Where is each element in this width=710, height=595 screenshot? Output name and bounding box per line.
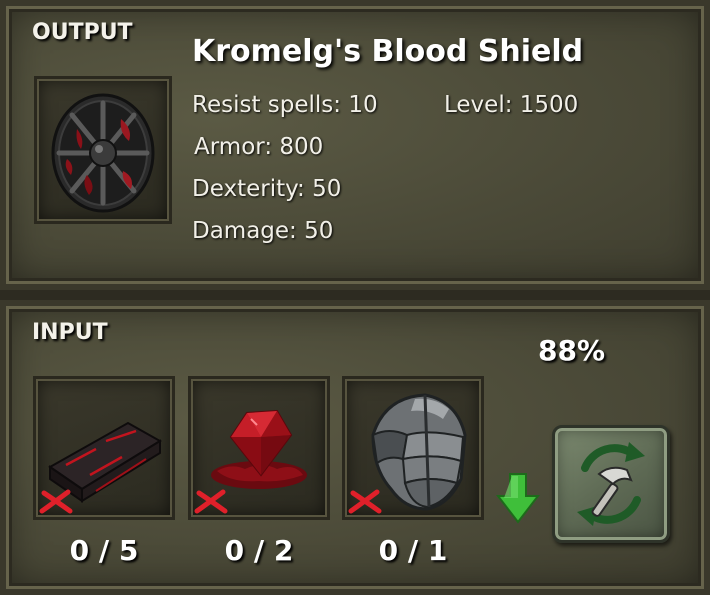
item-name: Kromelg's Blood Shield	[192, 34, 584, 69]
stat-armor: Armor: 800	[194, 134, 324, 160]
input-section-label: INPUT	[32, 320, 108, 345]
ingredient-count-2: 0 / 2	[224, 534, 294, 567]
stat-level: Level: 1500	[444, 92, 579, 118]
ingredient-count-1: 0 / 5	[69, 534, 139, 567]
stat-dexterity: Dexterity: 50	[192, 176, 342, 202]
panel-divider	[0, 290, 710, 300]
hammer-craft-icon	[577, 442, 645, 526]
stat-damage: Damage: 50	[192, 218, 334, 244]
output-panel: OUTPUT Kromelg's Blood Shield Resist spe…	[0, 0, 710, 290]
output-section-label: OUTPUT	[32, 20, 133, 45]
craft-button[interactable]	[552, 425, 670, 543]
stat-resist-spells: Resist spells: 10	[192, 92, 378, 118]
missing-mark-icon	[39, 489, 73, 514]
missing-mark-icon	[194, 489, 228, 514]
success-chance: 88%	[538, 334, 606, 367]
ingredient-count-3: 0 / 1	[378, 534, 448, 567]
ingredient-slot-1[interactable]	[33, 376, 175, 520]
ingredient-slot-2[interactable]	[188, 376, 330, 520]
output-item-slot[interactable]	[34, 76, 172, 224]
blood-shield-icon	[51, 93, 155, 213]
missing-mark-icon	[348, 489, 382, 514]
ingredient-slot-3[interactable]	[342, 376, 484, 520]
green-down-arrow-icon	[496, 473, 540, 524]
